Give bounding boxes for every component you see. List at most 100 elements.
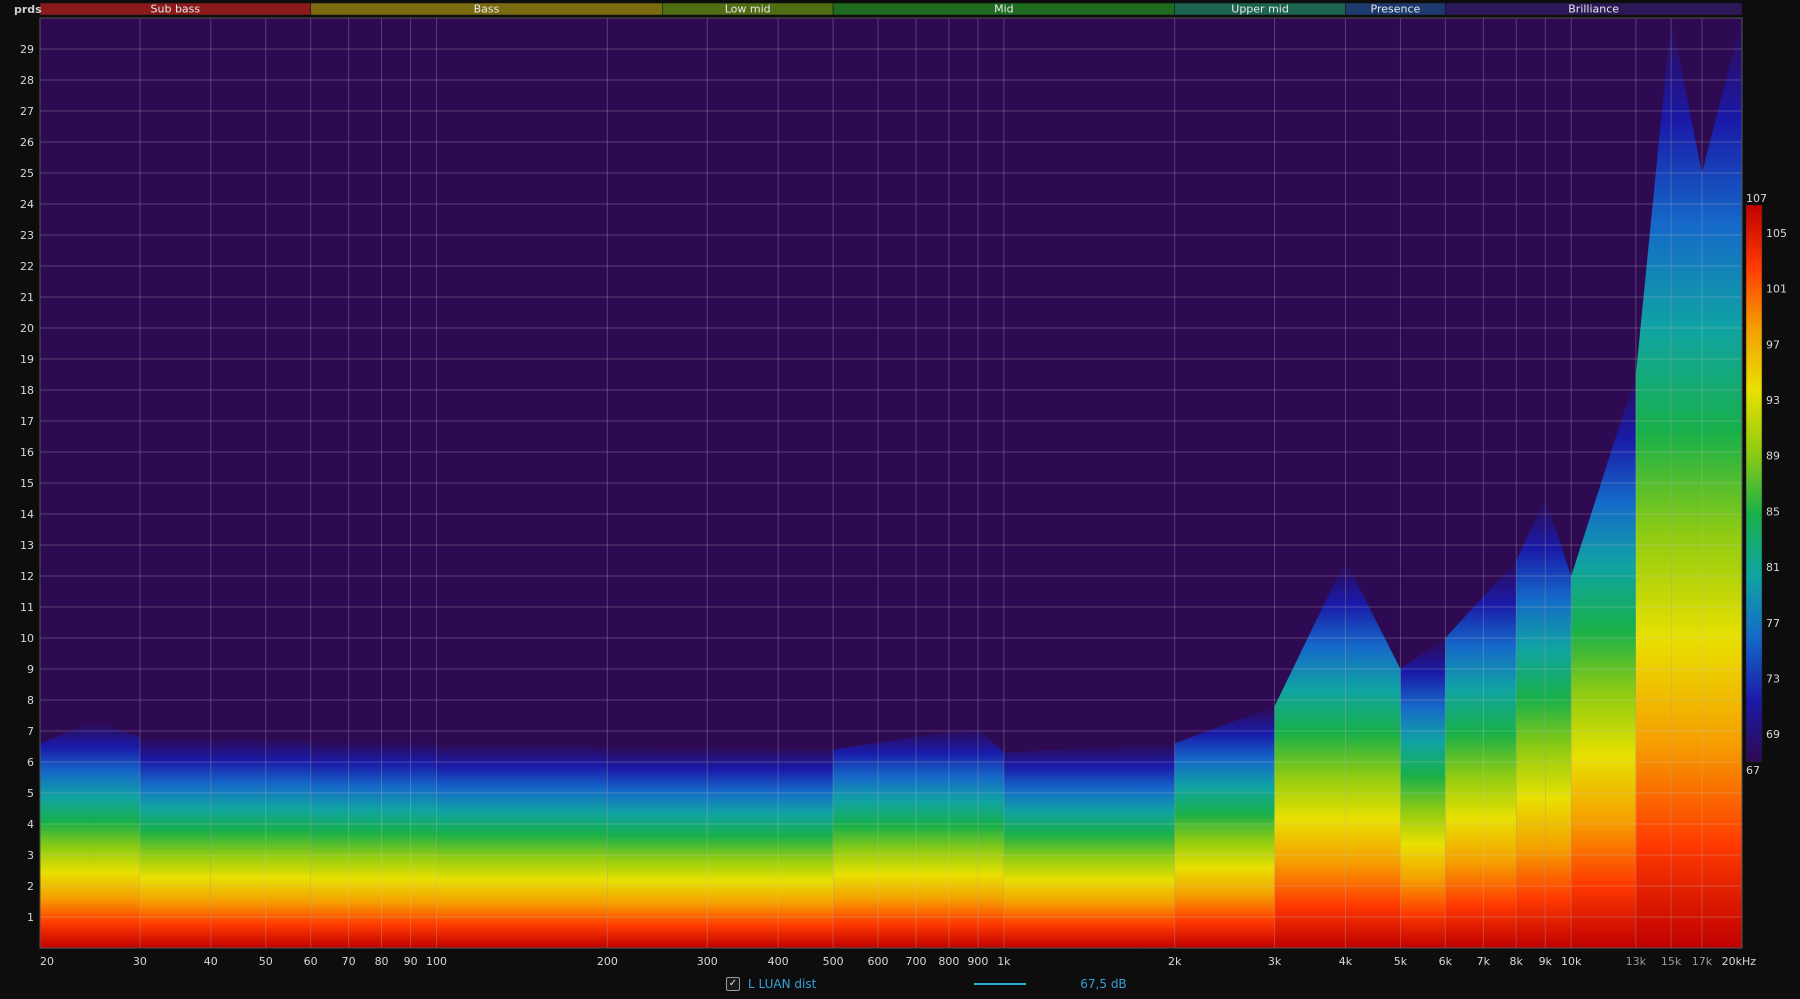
band-label: Presence <box>1371 3 1421 16</box>
y-tick-label: 17 <box>20 415 34 428</box>
x-tick-label: 5k <box>1394 955 1408 968</box>
x-tick-label: 1k <box>997 955 1011 968</box>
y-tick-label: 2 <box>27 880 34 893</box>
x-tick-label: 600 <box>868 955 889 968</box>
y-tick-label: 6 <box>27 756 34 769</box>
color-scale-tick: 69 <box>1766 728 1780 741</box>
y-tick-label: 15 <box>20 477 34 490</box>
x-tick-label: 17k <box>1692 955 1713 968</box>
y-tick-label: 20 <box>20 322 34 335</box>
y-tick-label: 7 <box>27 725 34 738</box>
y-tick-label: 16 <box>20 446 34 459</box>
x-tick-label: 90 <box>404 955 418 968</box>
x-tick-label: 7k <box>1477 955 1491 968</box>
legend-row: ✓ L LUAN dist 67,5 dB <box>726 974 1127 994</box>
x-tick-label: 60 <box>304 955 318 968</box>
color-scale: 107 105 101 97 93 89 85 81 77 73 69 67 <box>1745 192 1787 777</box>
band-label: Bass <box>474 3 500 16</box>
heatmap-segment <box>607 746 834 948</box>
y-tick-label: 14 <box>20 508 34 521</box>
heatmap-segment <box>833 727 978 948</box>
band-label: Brilliance <box>1568 3 1619 16</box>
y-tick-label: 19 <box>20 353 34 366</box>
heatmap-segment <box>977 727 1004 948</box>
x-tick-label: 6k <box>1439 955 1453 968</box>
x-tick-label: 2k <box>1168 955 1182 968</box>
legend-series-label[interactable]: L LUAN dist <box>748 977 816 991</box>
x-tick-label: 20kHz <box>1722 955 1757 968</box>
y-tick-label: 10 <box>20 632 34 645</box>
y-tick-label: 4 <box>27 818 34 831</box>
y-tick-label: 23 <box>20 229 34 242</box>
y-tick-label: 1 <box>27 911 34 924</box>
y-tick-label: 3 <box>27 849 34 862</box>
y-tick-label: 22 <box>20 260 34 273</box>
color-scale-tick: 89 <box>1766 450 1780 463</box>
y-tick-label: 8 <box>27 694 34 707</box>
band-label: Mid <box>994 3 1014 16</box>
x-tick-label: 900 <box>967 955 988 968</box>
heatmap-segment <box>1516 498 1546 948</box>
y-axis-label: prds <box>14 3 42 16</box>
y-tick-label: 24 <box>20 198 34 211</box>
heatmap-segment <box>40 721 95 948</box>
y-tick-label: 26 <box>20 136 34 149</box>
x-tick-label: 8k <box>1510 955 1524 968</box>
color-scale-tick: 107 <box>1746 192 1767 205</box>
x-tick-label: 20 <box>40 955 54 968</box>
x-tick-label: 15k <box>1661 955 1682 968</box>
color-scale-tick: 67 <box>1746 764 1760 777</box>
legend-value: 67,5 dB <box>1080 977 1127 991</box>
y-tick-label: 12 <box>20 570 34 583</box>
band-label: Low mid <box>725 3 771 16</box>
x-tick-label: 300 <box>697 955 718 968</box>
x-tick-label: 9k <box>1539 955 1553 968</box>
x-tick-label: 40 <box>204 955 218 968</box>
waterfall-chart: Sub bass Bass Low mid Mid Upper mid Presence B… <box>14 3 1787 969</box>
x-tick-label: 13k <box>1626 955 1647 968</box>
x-tick-label: 500 <box>823 955 844 968</box>
heatmap-segment <box>1174 706 1275 948</box>
color-scale-tick: 101 <box>1766 283 1787 296</box>
heatmap-segment <box>1545 498 1572 948</box>
band-label: Upper mid <box>1231 3 1289 16</box>
legend-line-swatch <box>974 983 1027 985</box>
color-scale-tick: 93 <box>1766 394 1780 407</box>
y-tick-label: 29 <box>20 43 34 56</box>
y-tick-label: 27 <box>20 105 34 118</box>
x-tick-label: 200 <box>597 955 618 968</box>
x-tick-label: 400 <box>768 955 789 968</box>
y-tick-label: 18 <box>20 384 34 397</box>
color-scale-tick: 97 <box>1766 338 1780 351</box>
heatmap-segment <box>139 737 211 948</box>
x-tick-label: 3k <box>1268 955 1282 968</box>
y-tick-label: 28 <box>20 74 34 87</box>
x-tick-label: 30 <box>133 955 147 968</box>
color-scale-tick: 73 <box>1766 672 1780 685</box>
y-tick-label: 9 <box>27 663 34 676</box>
color-scale-bar <box>1745 204 1763 763</box>
color-scale-tick: 105 <box>1766 227 1787 240</box>
x-tick-label: 4k <box>1339 955 1353 968</box>
color-scale-tick: 81 <box>1766 561 1780 574</box>
y-axis-ticks: 1234567891011121314151617181920212223242… <box>20 43 34 924</box>
x-tick-label: 800 <box>938 955 959 968</box>
y-tick-label: 5 <box>27 787 34 800</box>
x-tick-label: 700 <box>906 955 927 968</box>
band-label: Sub bass <box>151 3 201 16</box>
heatmap-segment <box>210 737 311 948</box>
legend-checkbox[interactable]: ✓ <box>726 977 740 991</box>
x-axis-ticks: 20 30 40 50 60 70 80 90 100 200 300 400 500 600 700 800… <box>40 955 1756 968</box>
x-tick-label: 100 <box>426 955 447 968</box>
frequency-band-bar: Sub bass Bass Low mid Mid Upper mid Presence B… <box>39 3 1743 16</box>
x-tick-label: 10k <box>1561 955 1582 968</box>
y-tick-label: 13 <box>20 539 34 552</box>
y-tick-label: 21 <box>20 291 34 304</box>
x-tick-label: 80 <box>375 955 389 968</box>
x-tick-label: 70 <box>342 955 356 968</box>
y-tick-label: 25 <box>20 167 34 180</box>
y-tick-label: 11 <box>20 601 34 614</box>
heatmap-segment <box>94 721 140 948</box>
color-scale-tick: 85 <box>1766 505 1780 518</box>
color-scale-tick: 77 <box>1766 617 1780 630</box>
